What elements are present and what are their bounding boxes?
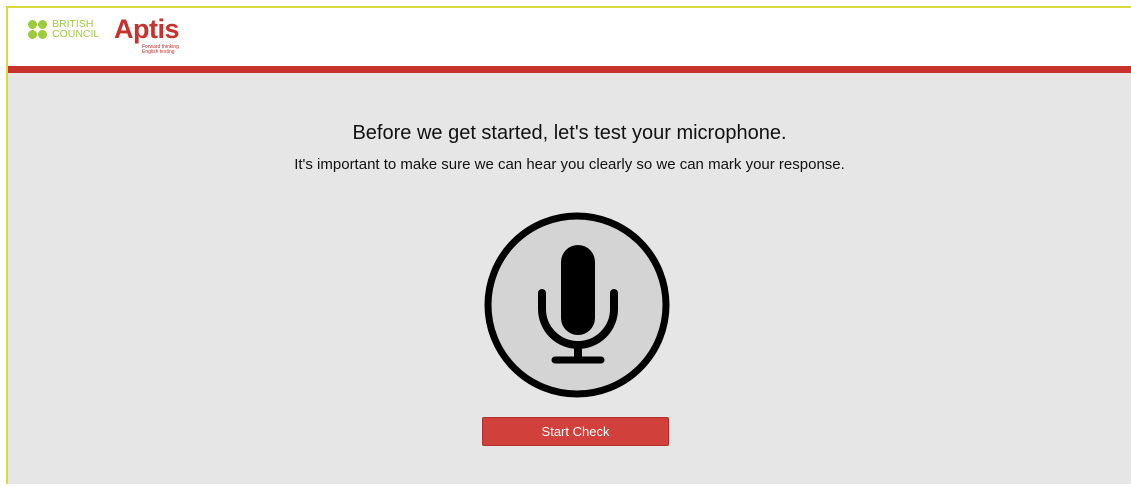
british-council-logo: BRITISH COUNCIL [28, 18, 106, 44]
british-council-dots-icon [28, 20, 48, 40]
aptis-tagline: Forward thinking English testing [142, 44, 179, 55]
header: BRITISH COUNCIL Aptis Forward thinking E… [8, 8, 1131, 66]
microphone-icon [483, 211, 671, 399]
page-frame: BRITISH COUNCIL Aptis Forward thinking E… [6, 6, 1131, 484]
header-divider [8, 66, 1131, 73]
british-council-text: BRITISH COUNCIL [52, 18, 100, 40]
page-title: Before we get started, let's test your m… [352, 122, 787, 144]
main-content: Before we get started, let's test your m… [8, 73, 1131, 486]
start-check-button[interactable]: Start Check [482, 417, 669, 446]
aptis-logo: Aptis [114, 14, 180, 44]
page-subtitle: It's important to make sure we can hear … [294, 156, 845, 173]
